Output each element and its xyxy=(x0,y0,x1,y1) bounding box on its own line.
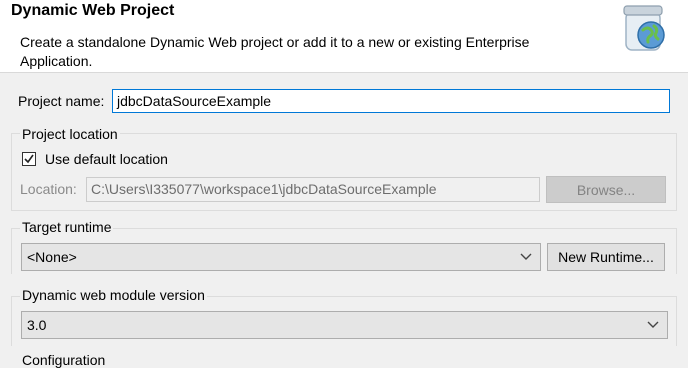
browse-button: Browse... xyxy=(546,176,666,203)
chevron-down-icon xyxy=(647,321,659,328)
project-name-input[interactable]: jdbcDataSourceExample xyxy=(112,89,670,113)
project-name-label: Project name: xyxy=(18,93,105,109)
location-input: C:\Users\I335077\workspace1\jdbcDataSour… xyxy=(86,177,540,202)
module-version-selected-value: 3.0 xyxy=(27,317,47,333)
wizard-title: Dynamic Web Project xyxy=(11,2,175,19)
use-default-location-label[interactable]: Use default location xyxy=(45,151,168,167)
target-runtime-group-label: Target runtime xyxy=(20,219,114,235)
project-location-group-label: Project location xyxy=(20,126,120,142)
configuration-group-label: Configuration xyxy=(20,352,108,368)
chevron-down-icon xyxy=(520,253,532,260)
module-version-group-label: Dynamic web module version xyxy=(20,287,207,303)
wizard-header: Dynamic Web Project Create a standalone … xyxy=(0,0,688,73)
target-runtime-select[interactable]: <None> xyxy=(21,243,541,271)
checkmark-icon xyxy=(24,154,34,164)
web-project-jar-globe-icon xyxy=(618,2,672,56)
use-default-location-checkbox[interactable] xyxy=(22,152,36,166)
location-label: Location: xyxy=(20,181,77,197)
wizard-description: Create a standalone Dynamic Web project … xyxy=(20,34,530,69)
target-runtime-selected-value: <None> xyxy=(27,249,77,265)
module-version-select[interactable]: 3.0 xyxy=(21,311,668,339)
new-runtime-button[interactable]: New Runtime... xyxy=(547,243,665,271)
